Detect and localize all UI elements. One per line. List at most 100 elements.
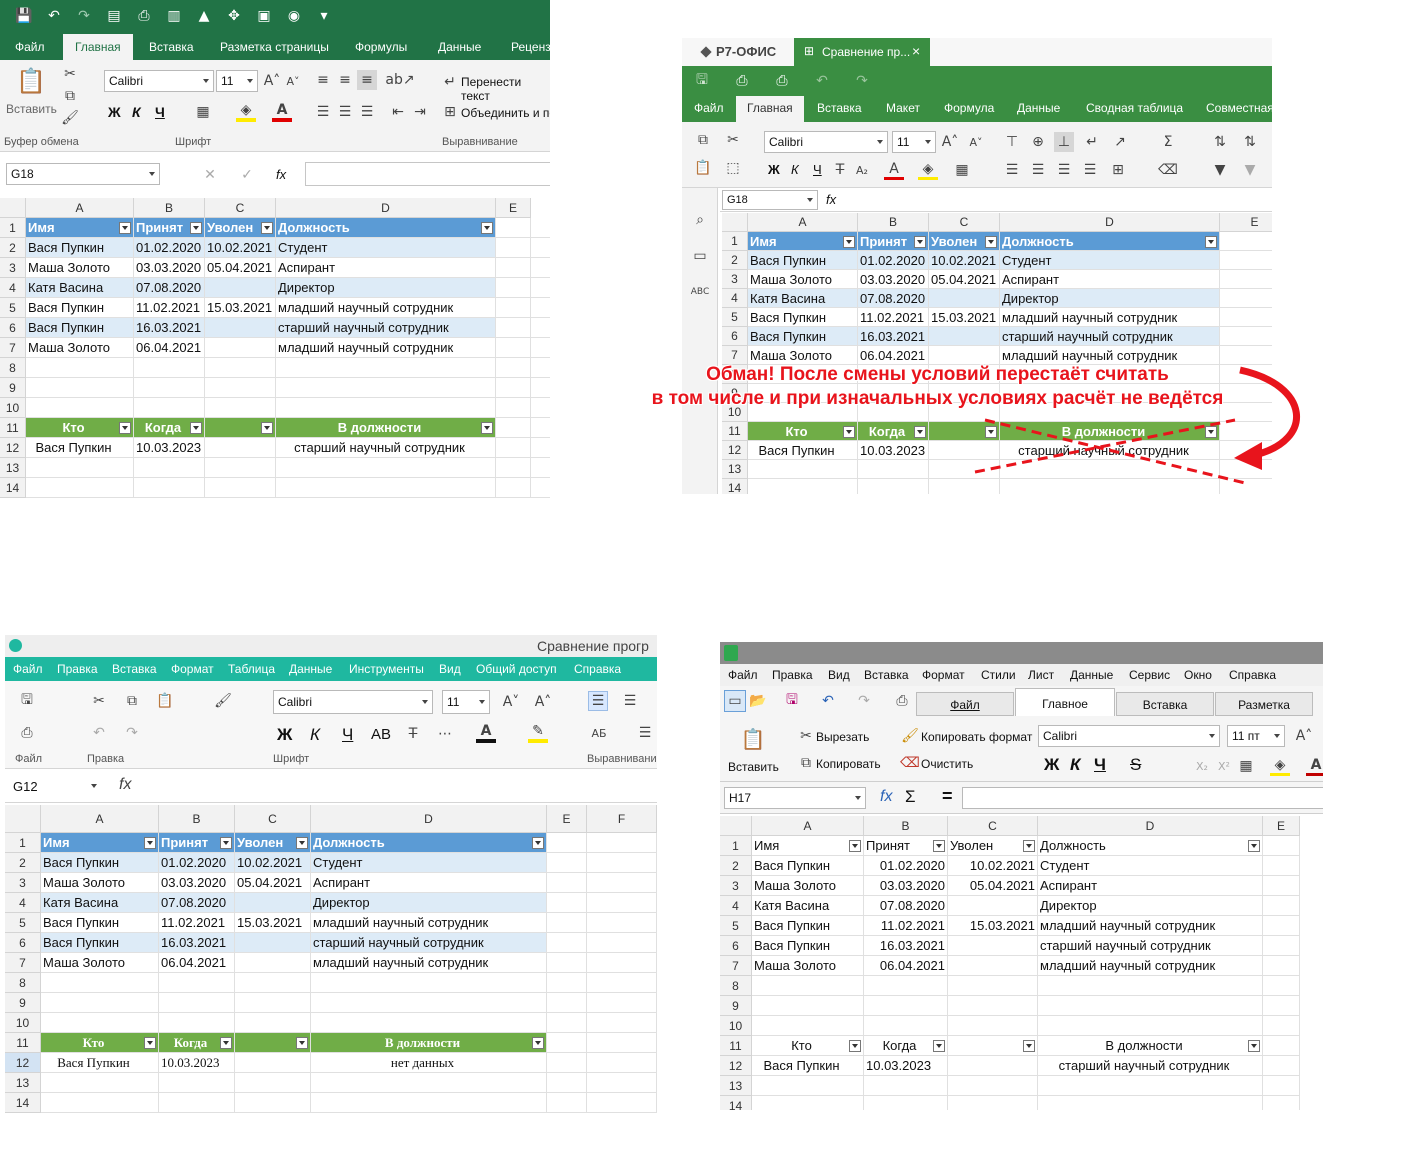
bold-button[interactable]: Ж	[277, 725, 292, 745]
lookup-result-cell[interactable]: нет данных	[311, 1053, 547, 1073]
cell[interactable]	[547, 933, 587, 953]
table-cell[interactable]: старший научный сотрудник	[311, 933, 547, 953]
cell[interactable]	[587, 853, 657, 873]
lookup-result-cell[interactable]: 10.03.2023	[159, 1053, 235, 1073]
name-box[interactable]: G12	[9, 775, 101, 797]
filter-dropdown-icon[interactable]	[296, 837, 308, 849]
background-color-icon[interactable]: ◈	[1270, 756, 1290, 776]
cell[interactable]	[1263, 836, 1300, 856]
cell[interactable]	[41, 1073, 159, 1093]
lookup-header-cell[interactable]: В должности	[1038, 1036, 1263, 1056]
print-icon[interactable]: ⎙	[17, 723, 37, 743]
cell[interactable]	[587, 973, 657, 993]
table-cell[interactable]: 03.03.2020	[864, 876, 948, 896]
table-cell[interactable]: Вася Пупкин	[41, 913, 159, 933]
cell[interactable]	[41, 973, 159, 993]
menu-insert[interactable]: Вставка	[112, 662, 157, 676]
copy-icon[interactable]: ⧉	[796, 753, 816, 773]
table-cell[interactable]: 06.04.2021	[864, 956, 948, 976]
lookup-header-cell[interactable]: Кто	[752, 1036, 864, 1056]
paste-icon[interactable]: 📋	[155, 691, 175, 711]
table-cell[interactable]: Директор	[1038, 896, 1263, 916]
grow-font-icon[interactable]: A˄	[1294, 726, 1314, 746]
cell[interactable]	[587, 1073, 657, 1093]
cell[interactable]	[587, 1013, 657, 1033]
cell[interactable]	[1263, 1076, 1300, 1096]
table-cell[interactable]: Маша Золото	[41, 953, 159, 973]
function-wizard-button[interactable]: fx	[880, 788, 892, 806]
cell[interactable]	[1263, 896, 1300, 916]
table-cell[interactable]: Студент	[311, 853, 547, 873]
paste-button-label[interactable]: Вставить	[728, 760, 779, 774]
caps-button[interactable]: АВ	[371, 726, 391, 743]
lookup-result-cell[interactable]: Вася Пупкин	[41, 1053, 159, 1073]
copy-button[interactable]: Копировать	[816, 757, 881, 771]
menu-file[interactable]: Файл	[13, 662, 43, 676]
cell[interactable]	[159, 1093, 235, 1113]
cell[interactable]	[547, 1013, 587, 1033]
grow-font-icon[interactable]: A˄	[533, 692, 553, 712]
more-icon[interactable]: ⋯	[435, 724, 455, 744]
filter-dropdown-icon[interactable]	[532, 1037, 544, 1049]
lookup-result-cell[interactable]: Вася Пупкин	[752, 1056, 864, 1076]
cell[interactable]	[311, 1013, 547, 1033]
cell[interactable]	[864, 1096, 948, 1110]
cell[interactable]	[948, 976, 1038, 996]
menubar-toggle-icon[interactable]: ▭	[724, 690, 746, 712]
redo-icon[interactable]: ↷	[122, 723, 142, 743]
menu-window[interactable]: Окно	[1184, 668, 1212, 682]
table-cell[interactable]: Маша Золото	[752, 876, 864, 896]
menu-view[interactable]: Вид	[828, 668, 850, 682]
cell[interactable]	[235, 993, 311, 1013]
table-cell[interactable]: 10.02.2021	[235, 853, 311, 873]
tab-layout[interactable]: Разметка	[1215, 692, 1313, 716]
clone-format-button[interactable]: Копировать формат	[921, 730, 1032, 744]
filter-dropdown-icon[interactable]	[1248, 1040, 1260, 1052]
table-cell[interactable]: 05.04.2021	[948, 876, 1038, 896]
table-cell[interactable]: 07.08.2020	[864, 896, 948, 916]
cell[interactable]	[311, 1093, 547, 1113]
menu-data[interactable]: Данные	[289, 662, 332, 676]
lookup-header-cell[interactable]: Когда	[159, 1033, 235, 1053]
table-cell[interactable]: 05.04.2021	[235, 873, 311, 893]
clone-format-icon[interactable]: 🖌	[900, 726, 920, 746]
cell[interactable]	[1038, 1096, 1263, 1110]
table-cell[interactable]: 11.02.2021	[864, 916, 948, 936]
shrink-font-icon[interactable]: A˅	[501, 692, 521, 712]
font-name-combo[interactable]: Calibri	[273, 690, 433, 714]
cut-icon[interactable]: ✂	[89, 691, 109, 711]
cell[interactable]	[587, 933, 657, 953]
undo-icon[interactable]: ↶	[818, 691, 838, 711]
table-cell[interactable]	[235, 953, 311, 973]
cell[interactable]	[547, 1073, 587, 1093]
menu-sharing[interactable]: Общий доступ	[476, 662, 557, 676]
table-cell[interactable]: 10.02.2021	[948, 856, 1038, 876]
filter-dropdown-icon[interactable]	[1023, 840, 1035, 852]
cell[interactable]	[41, 1093, 159, 1113]
filter-dropdown-icon[interactable]	[1023, 1040, 1035, 1052]
insert-function-button[interactable]: fx	[119, 776, 131, 794]
menu-data[interactable]: Данные	[1070, 668, 1113, 682]
cell[interactable]	[1038, 1076, 1263, 1096]
lookup-header-cell[interactable]: Кто	[41, 1033, 159, 1053]
subscript-icon[interactable]: X₂	[1192, 756, 1212, 776]
table-cell[interactable]: Вася Пупкин	[752, 916, 864, 936]
cell[interactable]	[587, 953, 657, 973]
table-cell[interactable]: младший научный сотрудник	[1038, 916, 1263, 936]
underline-button[interactable]: Ч	[342, 725, 353, 745]
table-cell[interactable]	[235, 893, 311, 913]
table-header-cell[interactable]: Имя	[752, 836, 864, 856]
table-header-cell[interactable]: Принят	[159, 833, 235, 853]
clear-icon[interactable]: ⌫	[900, 753, 920, 773]
name-box[interactable]: H17	[724, 787, 866, 809]
cell[interactable]	[587, 913, 657, 933]
cell[interactable]	[235, 973, 311, 993]
align-left-icon[interactable]: ☰	[588, 691, 608, 711]
line-spacing-icon[interactable]: ☰	[635, 723, 655, 743]
lookup-result-cell[interactable]: старший научный сотрудник	[1038, 1056, 1263, 1076]
lookup-header-cell[interactable]	[948, 1036, 1038, 1056]
cell[interactable]	[587, 1053, 657, 1073]
cell[interactable]	[235, 1093, 311, 1113]
menu-help[interactable]: Справка	[1229, 668, 1276, 682]
cell[interactable]	[1263, 956, 1300, 976]
